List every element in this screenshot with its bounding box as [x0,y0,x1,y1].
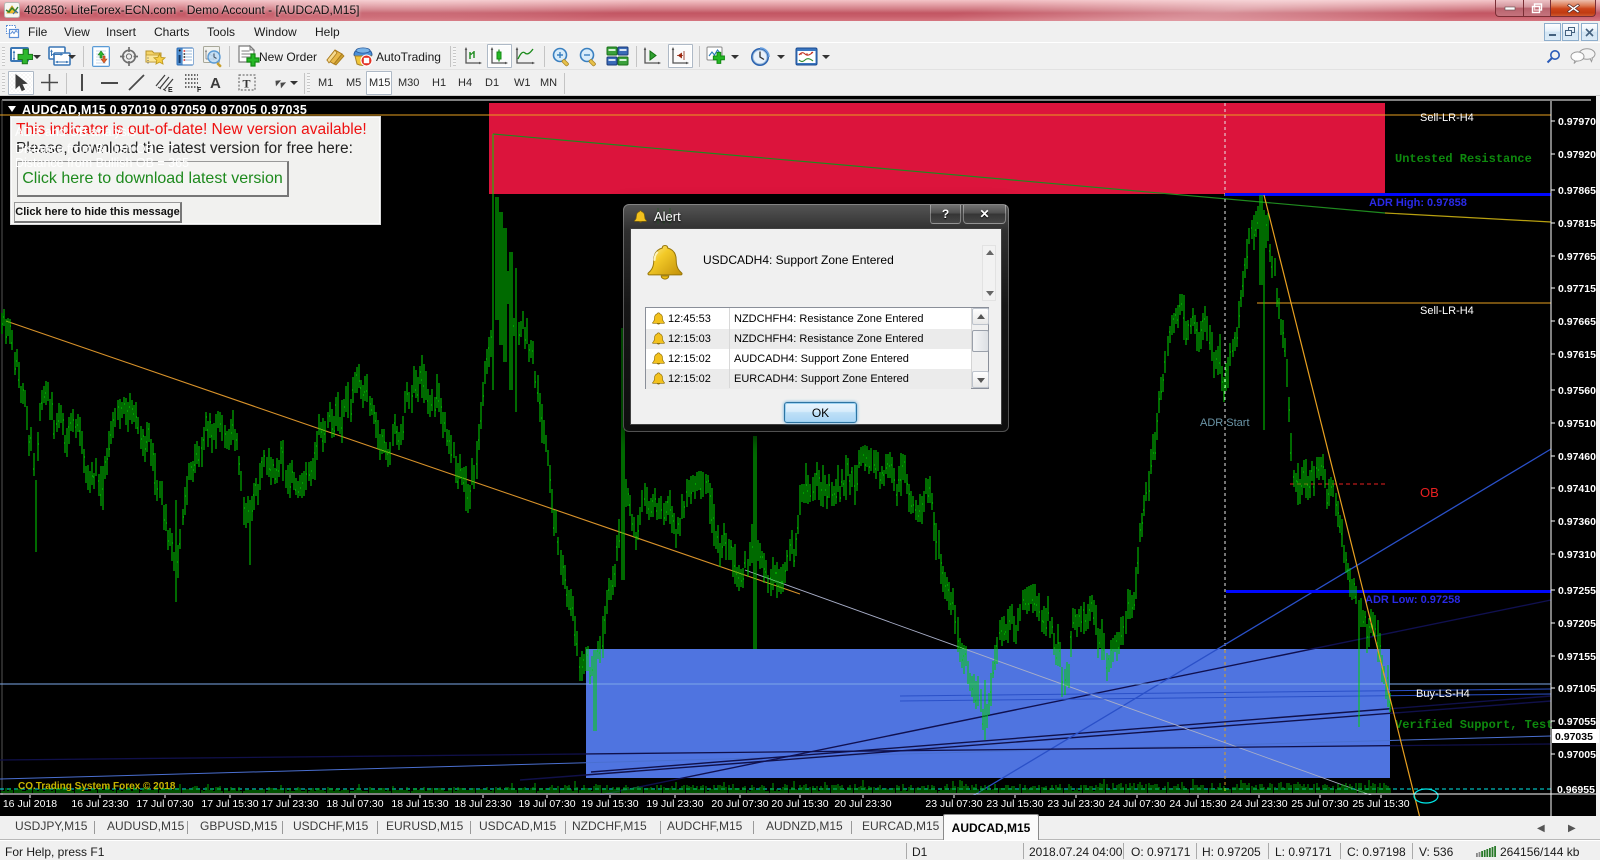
svg-text:0.97155: 0.97155 [1558,651,1596,663]
svg-text:23 Jul 15:30: 23 Jul 15:30 [986,798,1043,810]
svg-text:E: E [168,87,173,93]
svg-text:24 Jul 15:30: 24 Jul 15:30 [1169,798,1226,810]
svg-text:ADR Start: ADR Start [1200,417,1250,429]
svg-text:OB: OB [1420,485,1439,500]
svg-text:23 Jul 23:30: 23 Jul 23:30 [1047,798,1104,810]
svg-text:0.97410: 0.97410 [1558,483,1596,495]
svg-text:CO.Trading System Forex © 2018: CO.Trading System Forex © 2018 [18,781,176,792]
svg-text:17 Jul 07:30: 17 Jul 07:30 [136,798,193,810]
svg-text:25 Jul 07:30: 25 Jul 07:30 [1291,798,1348,810]
svg-text:Verified Support, Test: Verified Support, Test [1395,718,1553,732]
svg-text:0.97055: 0.97055 [1558,716,1596,728]
svg-text:0.97715: 0.97715 [1558,283,1596,295]
svg-text:0.97105: 0.97105 [1558,683,1596,695]
svg-text:16 Jul 23:30: 16 Jul 23:30 [71,798,128,810]
svg-text:20 Jul 07:30: 20 Jul 07:30 [711,798,768,810]
svg-text:18 Jul 07:30: 18 Jul 07:30 [326,798,383,810]
svg-text:16 Jul 2018: 16 Jul 2018 [3,798,57,810]
svg-text:19 Jul 15:30: 19 Jul 15:30 [581,798,638,810]
svg-text:18 Jul 23:30: 18 Jul 23:30 [454,798,511,810]
svg-text:24 Jul 07:30: 24 Jul 07:30 [1108,798,1165,810]
svg-text:19 Jul 23:30: 19 Jul 23:30 [646,798,703,810]
svg-text:0.97865: 0.97865 [1558,185,1596,197]
svg-text:Buy-LS-H4: Buy-LS-H4 [1416,688,1470,700]
svg-text:23 Jul 07:30: 23 Jul 07:30 [925,798,982,810]
svg-text:0.97970: 0.97970 [1558,116,1596,128]
svg-text:18 Jul 15:30: 18 Jul 15:30 [391,798,448,810]
svg-text:T: T [243,77,251,91]
svg-text:25 Jul 15:30: 25 Jul 15:30 [1352,798,1409,810]
svg-text:0.97615: 0.97615 [1558,349,1596,361]
svg-text:0.97765: 0.97765 [1558,251,1596,263]
svg-text:0.97360: 0.97360 [1558,516,1596,528]
svg-text:Untested Resistance: Untested Resistance [1395,152,1532,166]
svg-text:0.97665: 0.97665 [1558,316,1596,328]
svg-text:20 Jul 23:30: 20 Jul 23:30 [834,798,891,810]
svg-text:0.97920: 0.97920 [1558,149,1596,161]
svg-text:0.97310: 0.97310 [1558,549,1596,561]
svg-text:0.97005: 0.97005 [1558,749,1596,761]
svg-text:19 Jul 07:30: 19 Jul 07:30 [518,798,575,810]
svg-text:ADR High: 0.97858: ADR High: 0.97858 [1369,197,1467,209]
svg-text:20 Jul 15:30: 20 Jul 15:30 [771,798,828,810]
svg-text:0.97510: 0.97510 [1558,418,1596,430]
svg-text:ADR Low: 0.97258: ADR Low: 0.97258 [1365,594,1460,606]
svg-text:0.97255: 0.97255 [1558,585,1596,597]
svg-text:0.97205: 0.97205 [1558,618,1596,630]
svg-text:0.97815: 0.97815 [1558,218,1596,230]
svg-text:17 Jul 15:30: 17 Jul 15:30 [201,798,258,810]
svg-text:F: F [197,87,202,93]
svg-text:AUDCAD,M15 0.97019 0.97059 0.: AUDCAD,M15 0.97019 0.97059 0.97005 0.970… [22,103,307,117]
svg-text:0.96955: 0.96955 [1557,784,1595,796]
svg-text:0.97035: 0.97035 [1555,731,1593,743]
svg-text:24 Jul 23:30: 24 Jul 23:30 [1230,798,1287,810]
svg-text:Sell-LR-H4: Sell-LR-H4 [1420,305,1474,317]
svg-text:Sell-LR-H4: Sell-LR-H4 [1420,112,1474,124]
svg-text:0.97560: 0.97560 [1558,385,1596,397]
svg-text:0.97460: 0.97460 [1558,451,1596,463]
svg-text:17 Jul 23:30: 17 Jul 23:30 [261,798,318,810]
